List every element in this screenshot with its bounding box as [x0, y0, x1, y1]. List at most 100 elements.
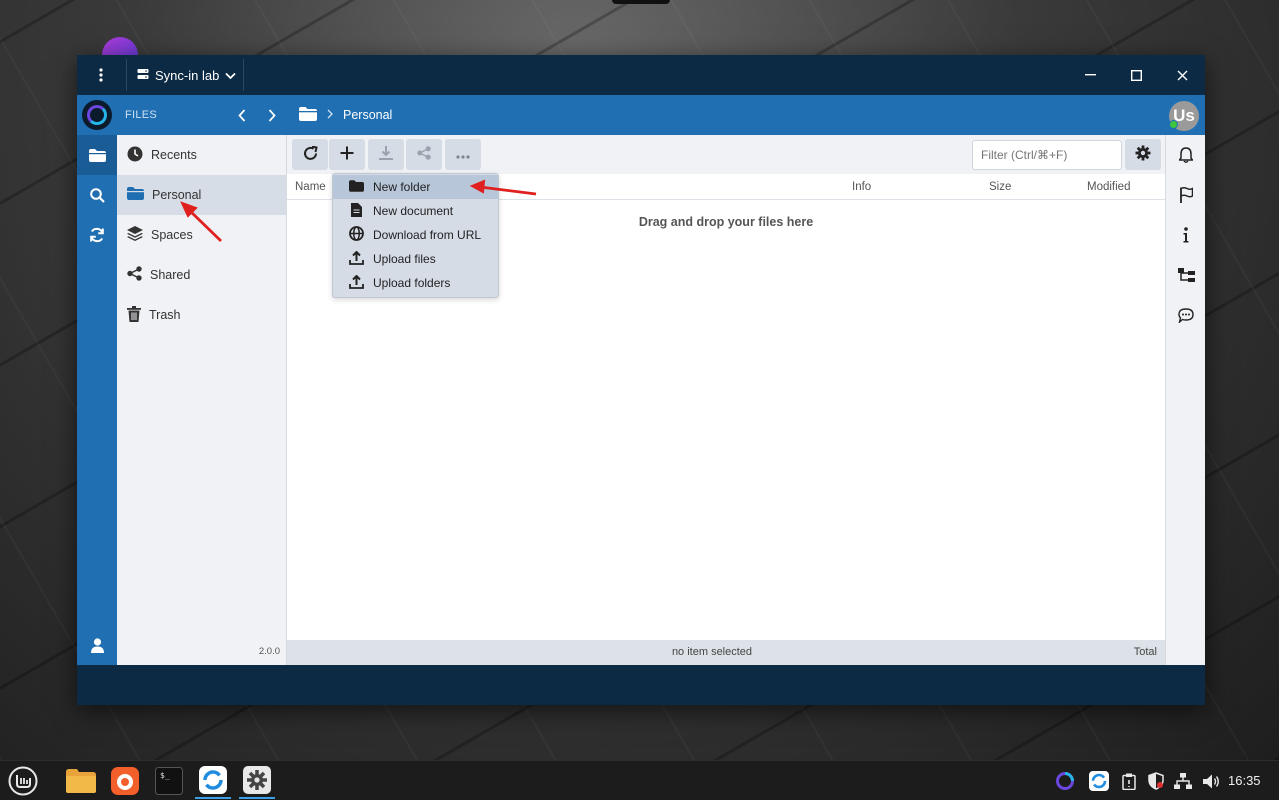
tree-icon[interactable]	[1166, 255, 1206, 295]
gear-icon	[1135, 145, 1151, 164]
divider	[243, 59, 244, 91]
sync-icon[interactable]	[77, 215, 117, 255]
maximize-icon[interactable]	[1113, 55, 1159, 95]
share-button[interactable]	[406, 139, 442, 170]
server-selector[interactable]: Sync-in lab	[127, 55, 243, 95]
terminal-icon[interactable]: $_	[151, 763, 187, 799]
sidebar-item-label: Personal	[152, 188, 202, 202]
refresh-button[interactable]	[292, 139, 328, 170]
column-name[interactable]: Name	[295, 174, 326, 200]
chevron-right-icon	[327, 108, 333, 122]
start-menu-icon[interactable]	[5, 763, 41, 799]
volume-icon[interactable]	[1198, 761, 1224, 800]
forward-arrow-icon[interactable]	[257, 95, 287, 135]
add-menu: New folder New document Download from UR…	[332, 173, 499, 298]
folder-icon[interactable]	[299, 106, 317, 124]
sync-in-tray-icon[interactable]	[1052, 761, 1078, 800]
sidebar-item-label: Shared	[150, 268, 191, 282]
icon-rail	[77, 135, 117, 665]
sidebar-item-personal[interactable]: Personal	[117, 175, 286, 215]
section-label: FILES	[125, 109, 158, 121]
upload-icon	[349, 250, 364, 268]
menu-item-new-document[interactable]: New document	[333, 199, 498, 223]
sidebar-item-label: Trash	[149, 308, 181, 322]
menu-item-new-folder[interactable]: New folder	[333, 175, 498, 199]
sidebar-item-spaces[interactable]: Spaces	[117, 215, 286, 255]
kebab-menu-icon[interactable]	[77, 55, 125, 95]
search-icon[interactable]	[77, 175, 117, 215]
globe-icon	[349, 226, 364, 244]
menu-item-upload-folders[interactable]: Upload folders	[333, 271, 498, 295]
selection-status: no item selected	[671, 646, 753, 658]
clock-icon	[127, 146, 143, 165]
column-info[interactable]: Info	[852, 174, 871, 200]
menu-item-upload-files[interactable]: Upload files	[333, 247, 498, 271]
sidebar-item-recents[interactable]: Recents	[117, 135, 286, 175]
trash-icon	[127, 305, 141, 325]
menu-item-download-url[interactable]: Download from URL	[333, 223, 498, 247]
right-rail	[1165, 135, 1205, 665]
breadcrumb-item[interactable]: Personal	[343, 108, 392, 122]
info-icon[interactable]	[1166, 215, 1206, 255]
column-size[interactable]: Size	[989, 174, 1011, 200]
minimize-icon[interactable]	[1067, 55, 1113, 95]
layers-icon	[127, 226, 143, 244]
menu-item-label: New document	[373, 204, 454, 218]
shield-icon[interactable]	[1143, 761, 1169, 800]
bell-icon[interactable]	[1166, 135, 1206, 175]
chat-icon[interactable]	[1166, 295, 1206, 335]
menu-item-label: New folder	[373, 180, 431, 194]
sync-in-app-icon[interactable]	[195, 763, 231, 799]
settings-button[interactable]	[1125, 139, 1161, 170]
total-label: Total	[1133, 646, 1157, 658]
sidebar-item-shared[interactable]: Shared	[117, 255, 286, 295]
settings-app-icon[interactable]	[239, 763, 275, 799]
folder-icon	[349, 179, 364, 195]
sidebar: Recents Personal Spaces Shared Trash 2.0…	[117, 135, 287, 665]
folder-icon[interactable]	[77, 135, 117, 175]
sync-tray-icon[interactable]	[1086, 761, 1112, 800]
filter-input[interactable]	[972, 140, 1122, 170]
plus-icon	[340, 146, 354, 163]
network-icon[interactable]	[1170, 761, 1196, 800]
refresh-icon	[303, 145, 318, 164]
more-icon	[456, 148, 470, 162]
sidebar-item-label: Recents	[151, 148, 197, 162]
menu-item-label: Upload folders	[373, 276, 451, 290]
browser-icon[interactable]	[107, 763, 143, 799]
menu-item-label: Upload files	[373, 252, 436, 266]
sync-in-logo[interactable]	[82, 100, 112, 130]
status-bar: no item selected Total	[287, 640, 1165, 665]
share-icon	[127, 266, 142, 284]
download-icon	[379, 146, 393, 163]
online-status-dot	[1169, 120, 1178, 129]
folder-icon	[127, 187, 144, 203]
title-bar: Sync-in lab	[77, 55, 1205, 95]
file-manager-icon[interactable]	[63, 763, 99, 799]
flag-icon[interactable]	[1166, 175, 1206, 215]
chevron-down-icon	[225, 68, 236, 83]
column-modified[interactable]: Modified	[1087, 174, 1130, 200]
user-icon[interactable]	[77, 625, 117, 665]
app-window: Sync-in lab FILES Personal Us Recents Pe…	[77, 55, 1205, 705]
svg-text:$_: $_	[160, 771, 170, 780]
desktop-decoration	[612, 0, 670, 4]
sidebar-item-label: Spaces	[151, 228, 193, 242]
breadcrumb: Personal	[299, 95, 392, 135]
more-button[interactable]	[445, 139, 481, 170]
back-arrow-icon[interactable]	[227, 95, 257, 135]
upload-icon	[349, 274, 364, 292]
sidebar-item-trash[interactable]: Trash	[117, 295, 286, 335]
clock[interactable]: 16:35	[1228, 761, 1261, 800]
app-version: 2.0.0	[258, 646, 280, 657]
window-footer	[77, 665, 1205, 705]
document-icon	[349, 202, 362, 220]
add-button[interactable]	[329, 139, 365, 170]
app-header: FILES Personal Us	[77, 95, 1205, 135]
server-name: Sync-in lab	[155, 67, 220, 83]
desktop-app-icon[interactable]	[102, 37, 138, 57]
close-icon[interactable]	[1159, 55, 1205, 95]
clipboard-icon[interactable]	[1116, 761, 1142, 800]
download-button[interactable]	[368, 139, 404, 170]
share-icon	[417, 146, 431, 163]
